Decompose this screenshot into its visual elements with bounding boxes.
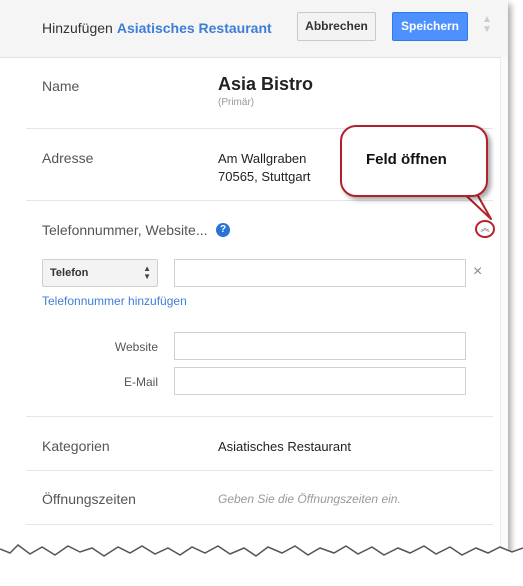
divider <box>26 416 493 417</box>
cancel-button[interactable]: Abbrechen <box>297 12 376 41</box>
name-label: Name <box>42 78 80 94</box>
categories-label: Kategorien <box>42 438 110 454</box>
business-name-primary: (Primär) <box>218 97 255 108</box>
hours-placeholder[interactable]: Geben Sie die Öffnungszeiten ein. <box>218 492 401 506</box>
address-line-1[interactable]: Am Wallgraben <box>218 150 306 167</box>
scrollbar[interactable] <box>500 57 508 570</box>
header-title: Hinzufügen Asiatisches Restaurant <box>42 20 272 36</box>
phone-type-value: Telefon <box>50 267 89 279</box>
help-icon[interactable]: ? <box>216 223 230 237</box>
up-down-arrows-icon: ▲ ▼ <box>143 264 151 281</box>
email-label: E-Mail <box>123 375 158 389</box>
address-line-2[interactable]: 70565, Stuttgart <box>218 168 311 185</box>
phone-input[interactable] <box>174 259 466 287</box>
up-down-arrows-icon[interactable]: ▲ ▼ <box>480 15 494 39</box>
divider <box>26 470 493 471</box>
email-input[interactable] <box>174 367 466 395</box>
header-prefix: Hinzufügen <box>42 20 113 36</box>
phone-type-select[interactable]: Telefon ▲ ▼ <box>42 259 158 287</box>
categories-value[interactable]: Asiatisches Restaurant <box>218 438 351 455</box>
business-name[interactable]: Asia Bistro <box>218 74 313 95</box>
dialog-header: Hinzufügen Asiatisches Restaurant Abbrech… <box>0 0 508 58</box>
callout-bubble: Feld öffnen <box>340 125 488 197</box>
header-business-type: Asiatisches Restaurant <box>116 20 272 36</box>
add-phone-link[interactable]: Telefonnummer hinzufügen <box>42 294 187 308</box>
website-input[interactable] <box>174 332 466 360</box>
divider <box>26 200 493 201</box>
torn-edge <box>0 544 523 586</box>
callout-text: Feld öffnen <box>366 151 447 168</box>
divider <box>26 524 493 525</box>
dialog-window: Hinzufügen Asiatisches Restaurant Abbrech… <box>0 0 508 570</box>
contact-label: Telefonnummer, Website... <box>42 222 208 238</box>
save-button[interactable]: Speichern <box>392 12 468 41</box>
address-label: Adresse <box>42 150 94 166</box>
hours-label: Öffnungszeiten <box>42 491 136 507</box>
close-icon[interactable]: × <box>473 263 482 281</box>
website-label: Website <box>114 340 158 354</box>
